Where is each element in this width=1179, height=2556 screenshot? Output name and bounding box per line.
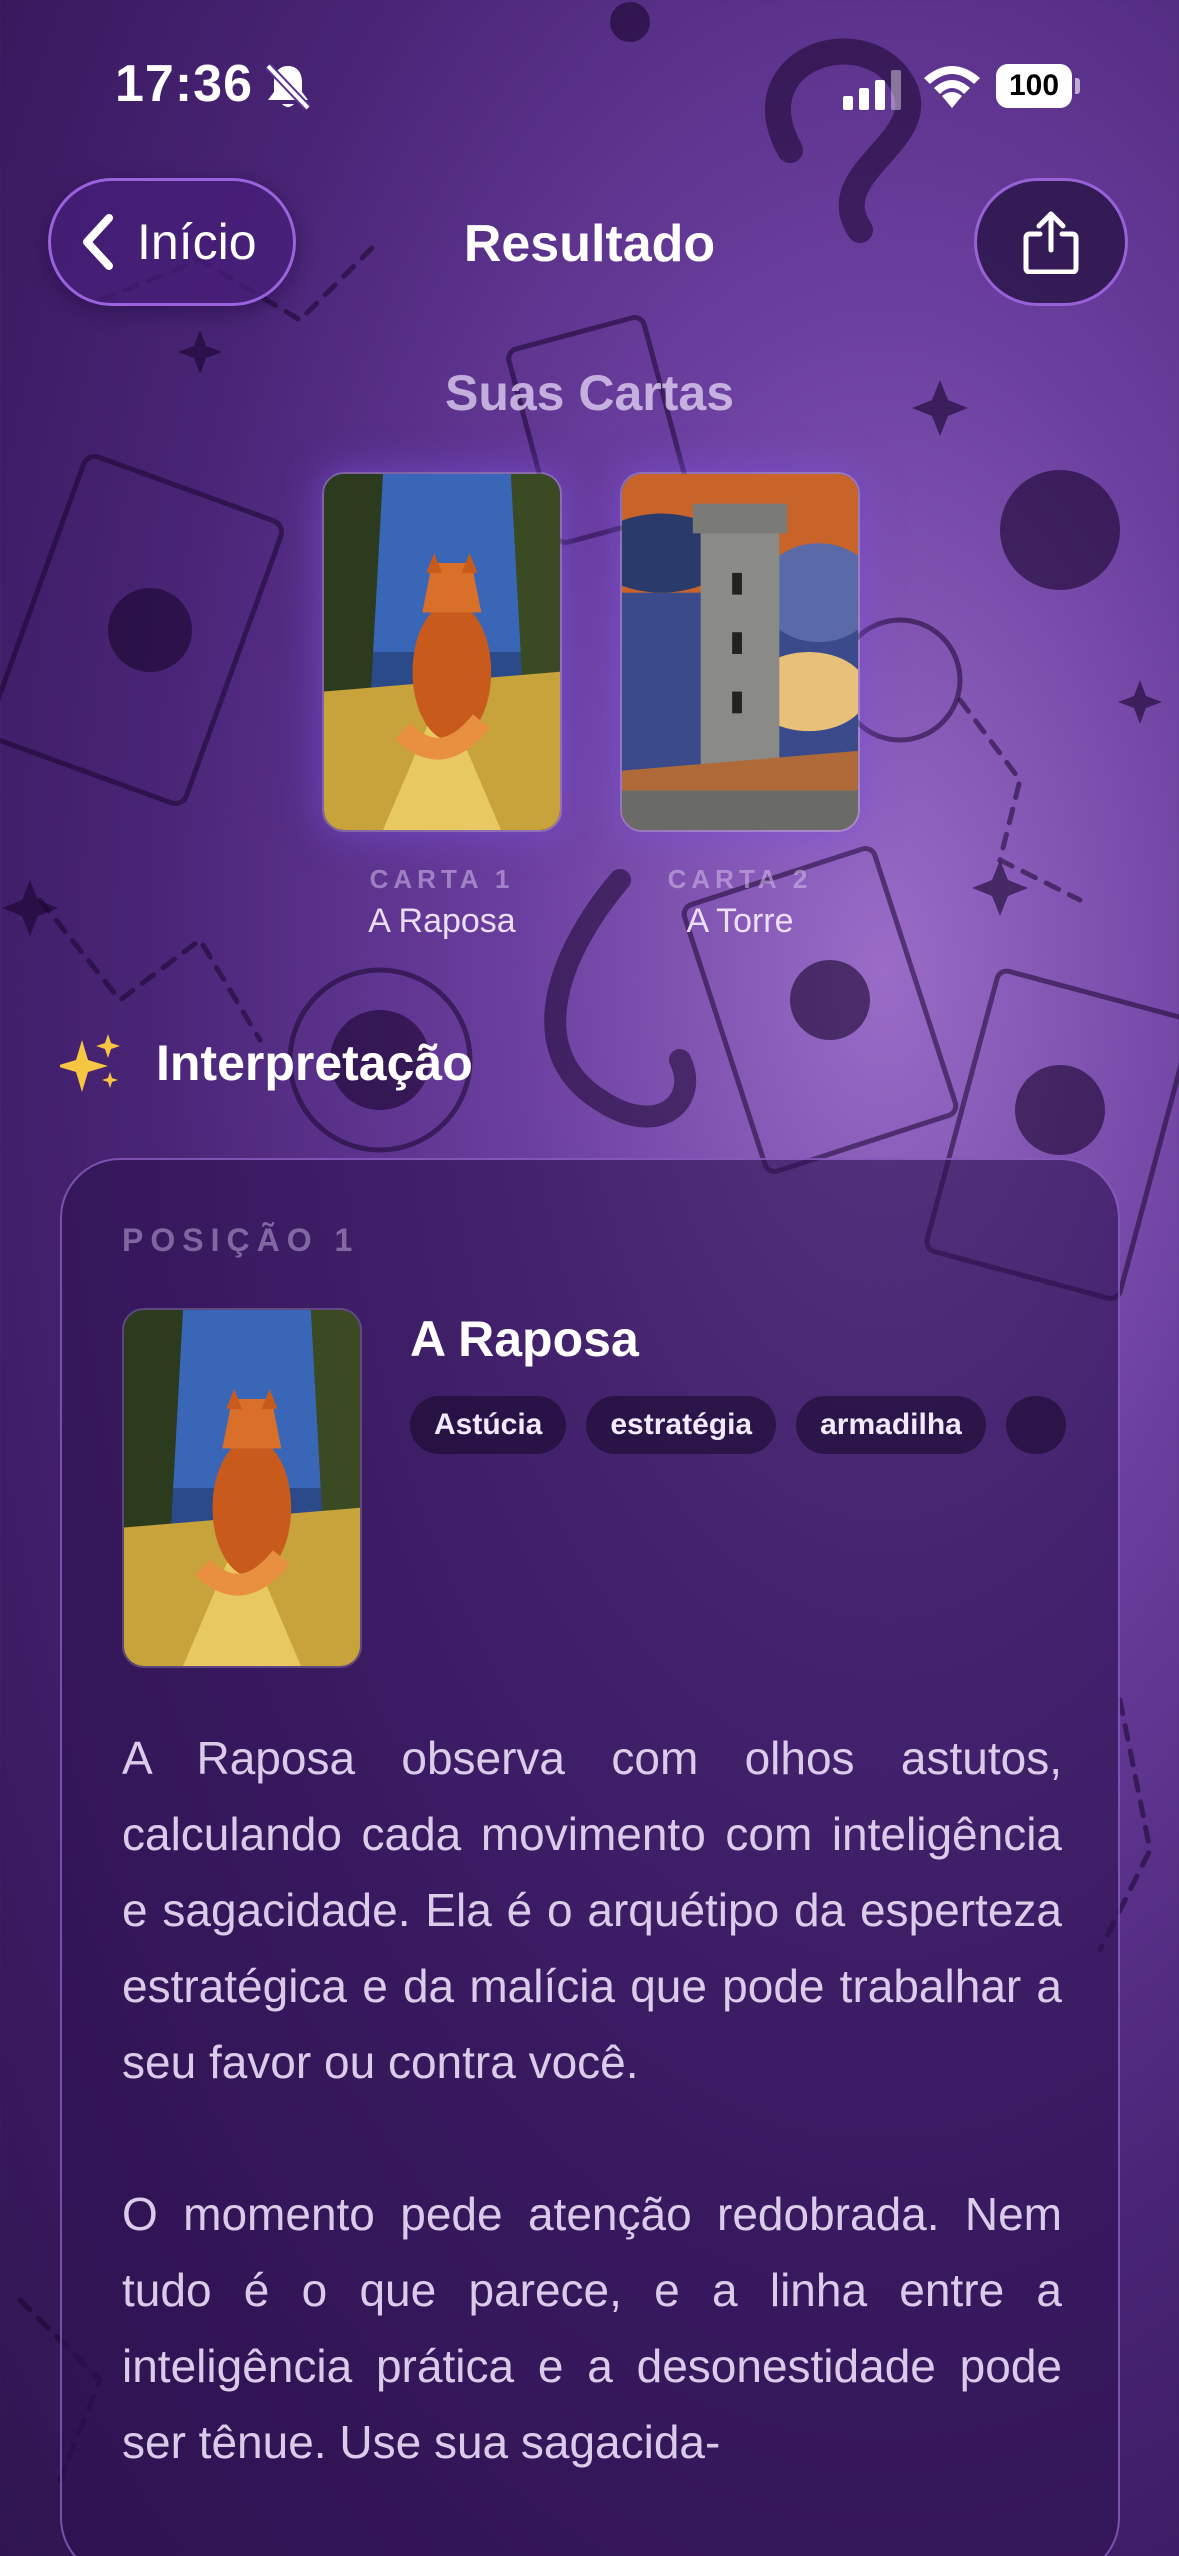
- section-title-your-cards: Suas Cartas: [444, 365, 735, 421]
- interpretation-title: Interpretação: [156, 1035, 473, 1091]
- card-title: A Raposa: [410, 1311, 639, 1367]
- card-name: A Torre: [686, 902, 794, 940]
- keyword-tags: Astúcia estratégia armadilha: [410, 1396, 1118, 1454]
- wifi-icon: [924, 66, 980, 108]
- share-icon: [1023, 211, 1079, 274]
- status-bar: 17:36 100: [0, 0, 1179, 170]
- keyword-tag: Astúcia: [410, 1396, 567, 1454]
- share-button[interactable]: [974, 178, 1128, 306]
- battery-indicator: 100: [996, 64, 1080, 108]
- keyword-tag: estratégia: [586, 1396, 777, 1454]
- interpretation-text: A Raposa observa com olhos astutos, calc…: [122, 1720, 1062, 2556]
- position-label: POSIÇÃO 1: [122, 1222, 360, 1258]
- card-image-fox[interactable]: [322, 472, 562, 832]
- interpretation-paragraph: O momento pede atenção redobrada. Nem tu…: [122, 2188, 1062, 2468]
- card-number: CARTA 2: [667, 864, 813, 894]
- keyword-tag: [1005, 1396, 1066, 1454]
- sparkles-icon: [60, 1034, 120, 1092]
- card-image-tower[interactable]: [620, 472, 860, 832]
- card-name: A Raposa: [368, 902, 516, 940]
- interpretation-header: Interpretação: [60, 1032, 473, 1094]
- interpretation-card: POSIÇÃO 1 A Raposa Astúcia estratégia ar…: [60, 1158, 1120, 2556]
- signal-icon: [843, 70, 901, 110]
- clock: 17:36: [115, 55, 253, 113]
- bell-muted-icon: [265, 63, 311, 111]
- keyword-tag: armadilha: [796, 1396, 986, 1454]
- battery-level: 100: [1008, 69, 1060, 102]
- card-image-fox[interactable]: [122, 1308, 362, 1668]
- card-number: CARTA 1: [369, 864, 515, 894]
- interpretation-paragraph: A Raposa observa com olhos astutos, calc…: [122, 1732, 1062, 2088]
